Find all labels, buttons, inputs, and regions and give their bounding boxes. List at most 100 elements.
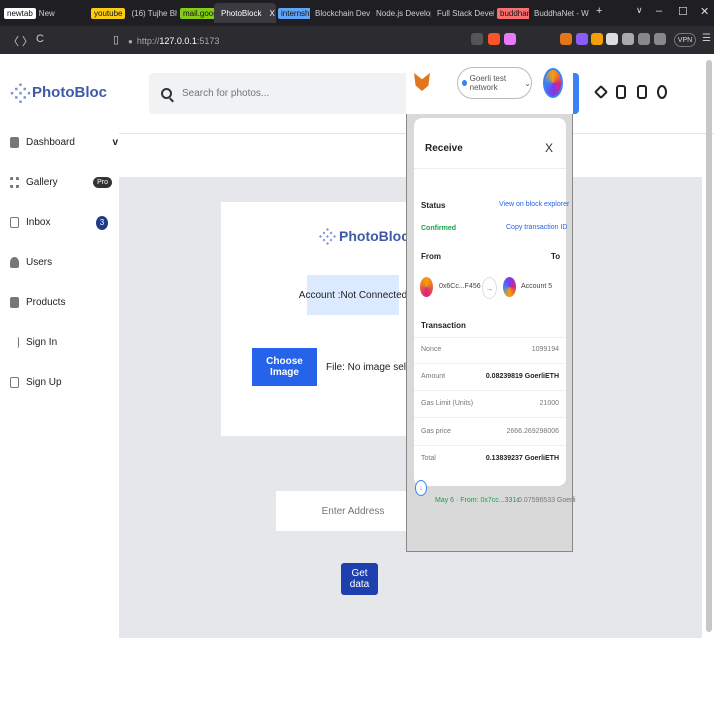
profile-icon[interactable] [657,85,667,99]
arrow-right-icon: → [482,277,497,299]
network-selector[interactable]: Goerli test network ⌄ [457,67,532,99]
menu-icon[interactable]: ☰ [702,33,711,44]
browser-tab-bar: newtab New Tab youtube (16) Tujhe Bhu ma… [0,0,714,26]
sidebar-item-sign-up[interactable]: Sign Up [10,377,110,388]
from-avatar [420,277,433,297]
tab-tag: buddhanet [497,7,529,19]
close-icon[interactable]: X [545,141,553,155]
chevron-down-icon[interactable]: ∨ [636,5,643,16]
detail-value: 21000 [539,400,559,407]
search-input[interactable] [182,88,382,99]
status-label: Status [421,201,446,210]
copy-transaction-link[interactable]: Copy transaction ID [506,224,567,231]
tab-youtube[interactable]: youtube (16) Tujhe Bhu [91,3,177,23]
close-window-button[interactable]: ✕ [700,5,709,18]
from-label: From [421,252,441,261]
rewards-icon[interactable] [504,33,516,45]
photobloc-logo-icon [8,80,33,105]
sidebar-item-sign-in[interactable]: Sign In [10,337,110,348]
playlist-icon[interactable] [622,33,634,45]
tab-buddhanet[interactable]: BuddhaNet - Wo [531,3,589,23]
tab-blockchain[interactable]: Blockchain Devel [312,3,370,23]
puzzle-icon[interactable] [606,33,618,45]
extension-icon[interactable] [591,33,603,45]
row-divider [414,390,566,391]
detail-label: Total [421,455,436,462]
wallet-icon[interactable] [654,33,666,45]
row-divider [414,363,566,364]
card-brand-name: PhotoBloc [339,228,409,244]
photobloc-logo-icon [316,225,339,247]
activity-date[interactable]: May 6 · From: 0x7cc...331c [435,497,520,504]
block-explorer-link[interactable]: View on block explorer [499,201,569,208]
modal-divider [414,168,566,169]
pro-badge: Pro [93,177,112,188]
new-tab-button[interactable]: + [596,5,602,17]
choose-image-button[interactable]: Choose Image [252,348,317,386]
tab-label: BuddhaNet - Wo [534,8,589,18]
vpn-button[interactable]: VPN [674,33,696,47]
tab-gmail[interactable]: mail.google [180,3,214,23]
from-address[interactable]: 0x6Cc...F456 [439,283,481,290]
inbox-count-badge: 3 [96,215,108,230]
tab-label: PhotoBlock [221,8,262,18]
to-account[interactable]: Account 5 [521,283,552,290]
url-port: :5173 [196,36,220,46]
get-data-button[interactable]: Get data [341,563,378,595]
sidebar-item-label: Users [26,257,53,268]
lock-icon [10,297,19,308]
tab-nodejs[interactable]: Node.js Develop [373,3,431,23]
sidebar-item-dashboard[interactable]: Dashboard v [10,137,118,148]
close-tab-icon[interactable]: X [269,9,274,18]
url-field[interactable]: ● http:// 127.0.0.1 :5173 [128,33,478,49]
network-name: Goerli test network [469,74,507,92]
extension-icon[interactable] [576,33,588,45]
back-icon[interactable]: 〈 [8,33,19,49]
sidebar-item-users[interactable]: Users [10,257,110,268]
tab-label: New Tab [38,8,56,18]
tab-label: Blockchain Devel [315,8,370,18]
forward-icon[interactable]: 〉 [22,33,33,49]
brave-shield-icon[interactable] [488,33,500,45]
minimize-button[interactable]: – [656,5,662,17]
sidebar-item-label: Gallery [26,177,58,188]
sidebar-item-inbox[interactable]: Inbox 3 [10,215,110,230]
chevron-down-icon: ⌄ [524,78,531,88]
tab-tag: internshala [278,7,310,19]
chevron-down-icon[interactable]: v [112,137,118,148]
maximize-button[interactable]: ☐ [678,5,688,18]
tab-tag: newtab [4,7,36,19]
sidebar-item-gallery[interactable]: Gallery Pro [10,177,112,188]
share-icon[interactable] [471,33,483,45]
metamask-extension-icon[interactable] [560,33,572,45]
sign-in-icon [10,337,19,348]
to-label: To [551,252,561,261]
receive-arrow-icon: ↓ [415,480,427,496]
account-avatar[interactable] [543,68,563,98]
tab-fullstack[interactable]: Full Stack Develo [434,3,494,23]
transaction-label: Transaction [421,321,466,330]
archive-icon[interactable] [637,85,647,99]
row-divider [414,445,566,446]
sidebar-item-products[interactable]: Products [10,297,110,308]
sidebar-item-label: Products [26,297,66,308]
detail-value: 2666.269298006 [506,428,559,435]
tab-photoblock[interactable]: PhotoBlock X [214,3,276,23]
tab-internshala[interactable]: internshala [278,3,310,23]
brand-logo[interactable]: PhotoBloc [8,80,107,105]
tab-tag: mail.google [180,7,214,19]
sidebar-item-label: Sign In [26,337,58,348]
detail-value: 0.08239819 GoerliETH [485,373,559,380]
card-logo: PhotoBloc [316,225,409,247]
bookmark-icon[interactable]: ▯ [113,33,119,46]
tab-new-tab[interactable]: newtab New Tab [4,3,56,23]
url-host: 127.0.0.1 [159,36,197,46]
sidebar-icon[interactable] [638,33,650,45]
activity-value: 0.07596533 Goerli [518,497,576,504]
detail-value: 1099194 [531,346,559,353]
account-status: Account :Not Connected [299,275,407,315]
tab-buddhanet-tag[interactable]: buddhanet [497,3,529,23]
page-scrollbar[interactable] [706,60,712,632]
reload-icon[interactable]: C [36,33,44,45]
chat-icon[interactable] [616,85,626,99]
